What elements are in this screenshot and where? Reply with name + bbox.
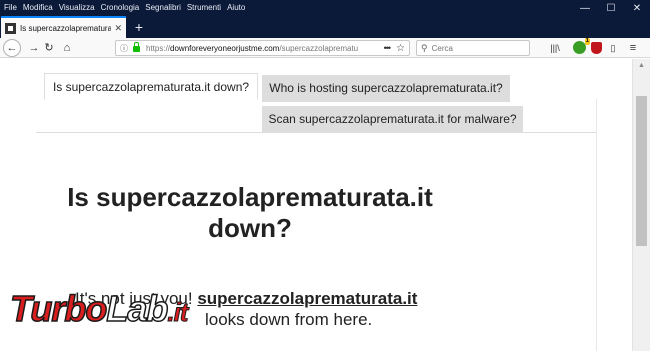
page-headline: Is supercazzolaprematurata.it down? [67,182,433,243]
favicon-icon [5,22,16,34]
vertical-scrollbar[interactable]: ▲ [632,59,650,351]
forward-button[interactable]: → [26,40,42,56]
extension-badge-count: 1 [584,38,590,45]
close-tab-icon[interactable]: ✕ [114,23,122,34]
hamburger-menu-icon[interactable]: ≡ [627,42,639,54]
window-controls: — ☐ ✕ [572,0,650,18]
bookmark-star-icon[interactable]: ☆ [396,43,405,54]
lock-icon[interactable] [133,42,140,52]
watermark-lab: Lab [106,287,170,330]
watermark-tld: .it [167,297,189,328]
ublock-icon[interactable] [591,42,602,54]
divider-vertical [596,99,597,351]
url-bar[interactable]: ⓘ https://downforeveryoneorjustme.com/su… [115,40,410,56]
info-icon[interactable]: ⓘ [120,43,130,54]
back-button[interactable]: ← [3,39,21,57]
menu-modifica[interactable]: Modifica [23,2,53,14]
result-site-link[interactable]: supercazzolaprematurata.it [197,289,417,308]
menu-visualizza[interactable]: Visualizza [59,2,95,14]
url-scheme: https:// [146,43,171,53]
watermark-turbo: Turbo [9,287,108,330]
menu-strumenti[interactable]: Strumenti [187,2,221,14]
minimize-button[interactable]: — [572,0,598,18]
page-actions-icon[interactable]: ••• [384,43,392,53]
menu-bar: File Modifica Visualizza Cronologia Segn… [4,2,245,14]
menu-segnalibri[interactable]: Segnalibri [145,2,181,14]
url-host: downforeveryoneorjustme.com [170,43,280,53]
scroll-up-icon[interactable]: ▲ [638,62,645,69]
maximize-button[interactable]: ☐ [598,0,624,18]
scrollbar-thumb[interactable] [636,96,647,246]
url-path: /supercazzolaprematu [279,43,359,53]
browser-tab-active[interactable]: Is supercazzolaprematurata.it d ✕ [1,16,126,38]
tab-title: Is supercazzolaprematurata.it d [20,23,112,33]
search-icon: ⚲ [421,42,428,53]
menu-cronologia[interactable]: Cronologia [101,2,140,14]
url-text[interactable]: https://downforeveryoneorjustme.com/supe… [146,44,380,53]
library-icon[interactable]: |||\ [549,42,561,54]
window-titlebar: File Modifica Visualizza Cronologia Segn… [0,0,650,38]
tab-is-down[interactable]: Is supercazzolaprematurata.it down? [44,73,258,100]
search-bar[interactable]: ⚲ [416,40,530,56]
search-input[interactable] [431,43,522,53]
home-button[interactable]: ⌂ [59,40,75,56]
turbolab-watermark-logo: Turbo Lab .it [9,287,189,332]
close-window-button[interactable]: ✕ [624,0,650,18]
navigation-toolbar: ← → ↻ ⌂ ⓘ https://downforeveryoneorjustm… [0,38,650,58]
tab-who-is-hosting[interactable]: Who is hosting supercazzolaprematurata.i… [262,75,510,102]
extension-shield-icon[interactable]: 1 [573,38,590,54]
menu-file[interactable]: File [4,2,17,14]
divider [36,132,596,133]
tab-scan-malware[interactable]: Scan supercazzolaprematurata.it for malw… [262,106,523,133]
menu-aiuto[interactable]: Aiuto [227,2,245,14]
sidebar-icon[interactable]: ▯ [607,42,619,54]
reload-button[interactable]: ↻ [41,40,57,56]
new-tab-button[interactable]: + [131,18,147,36]
